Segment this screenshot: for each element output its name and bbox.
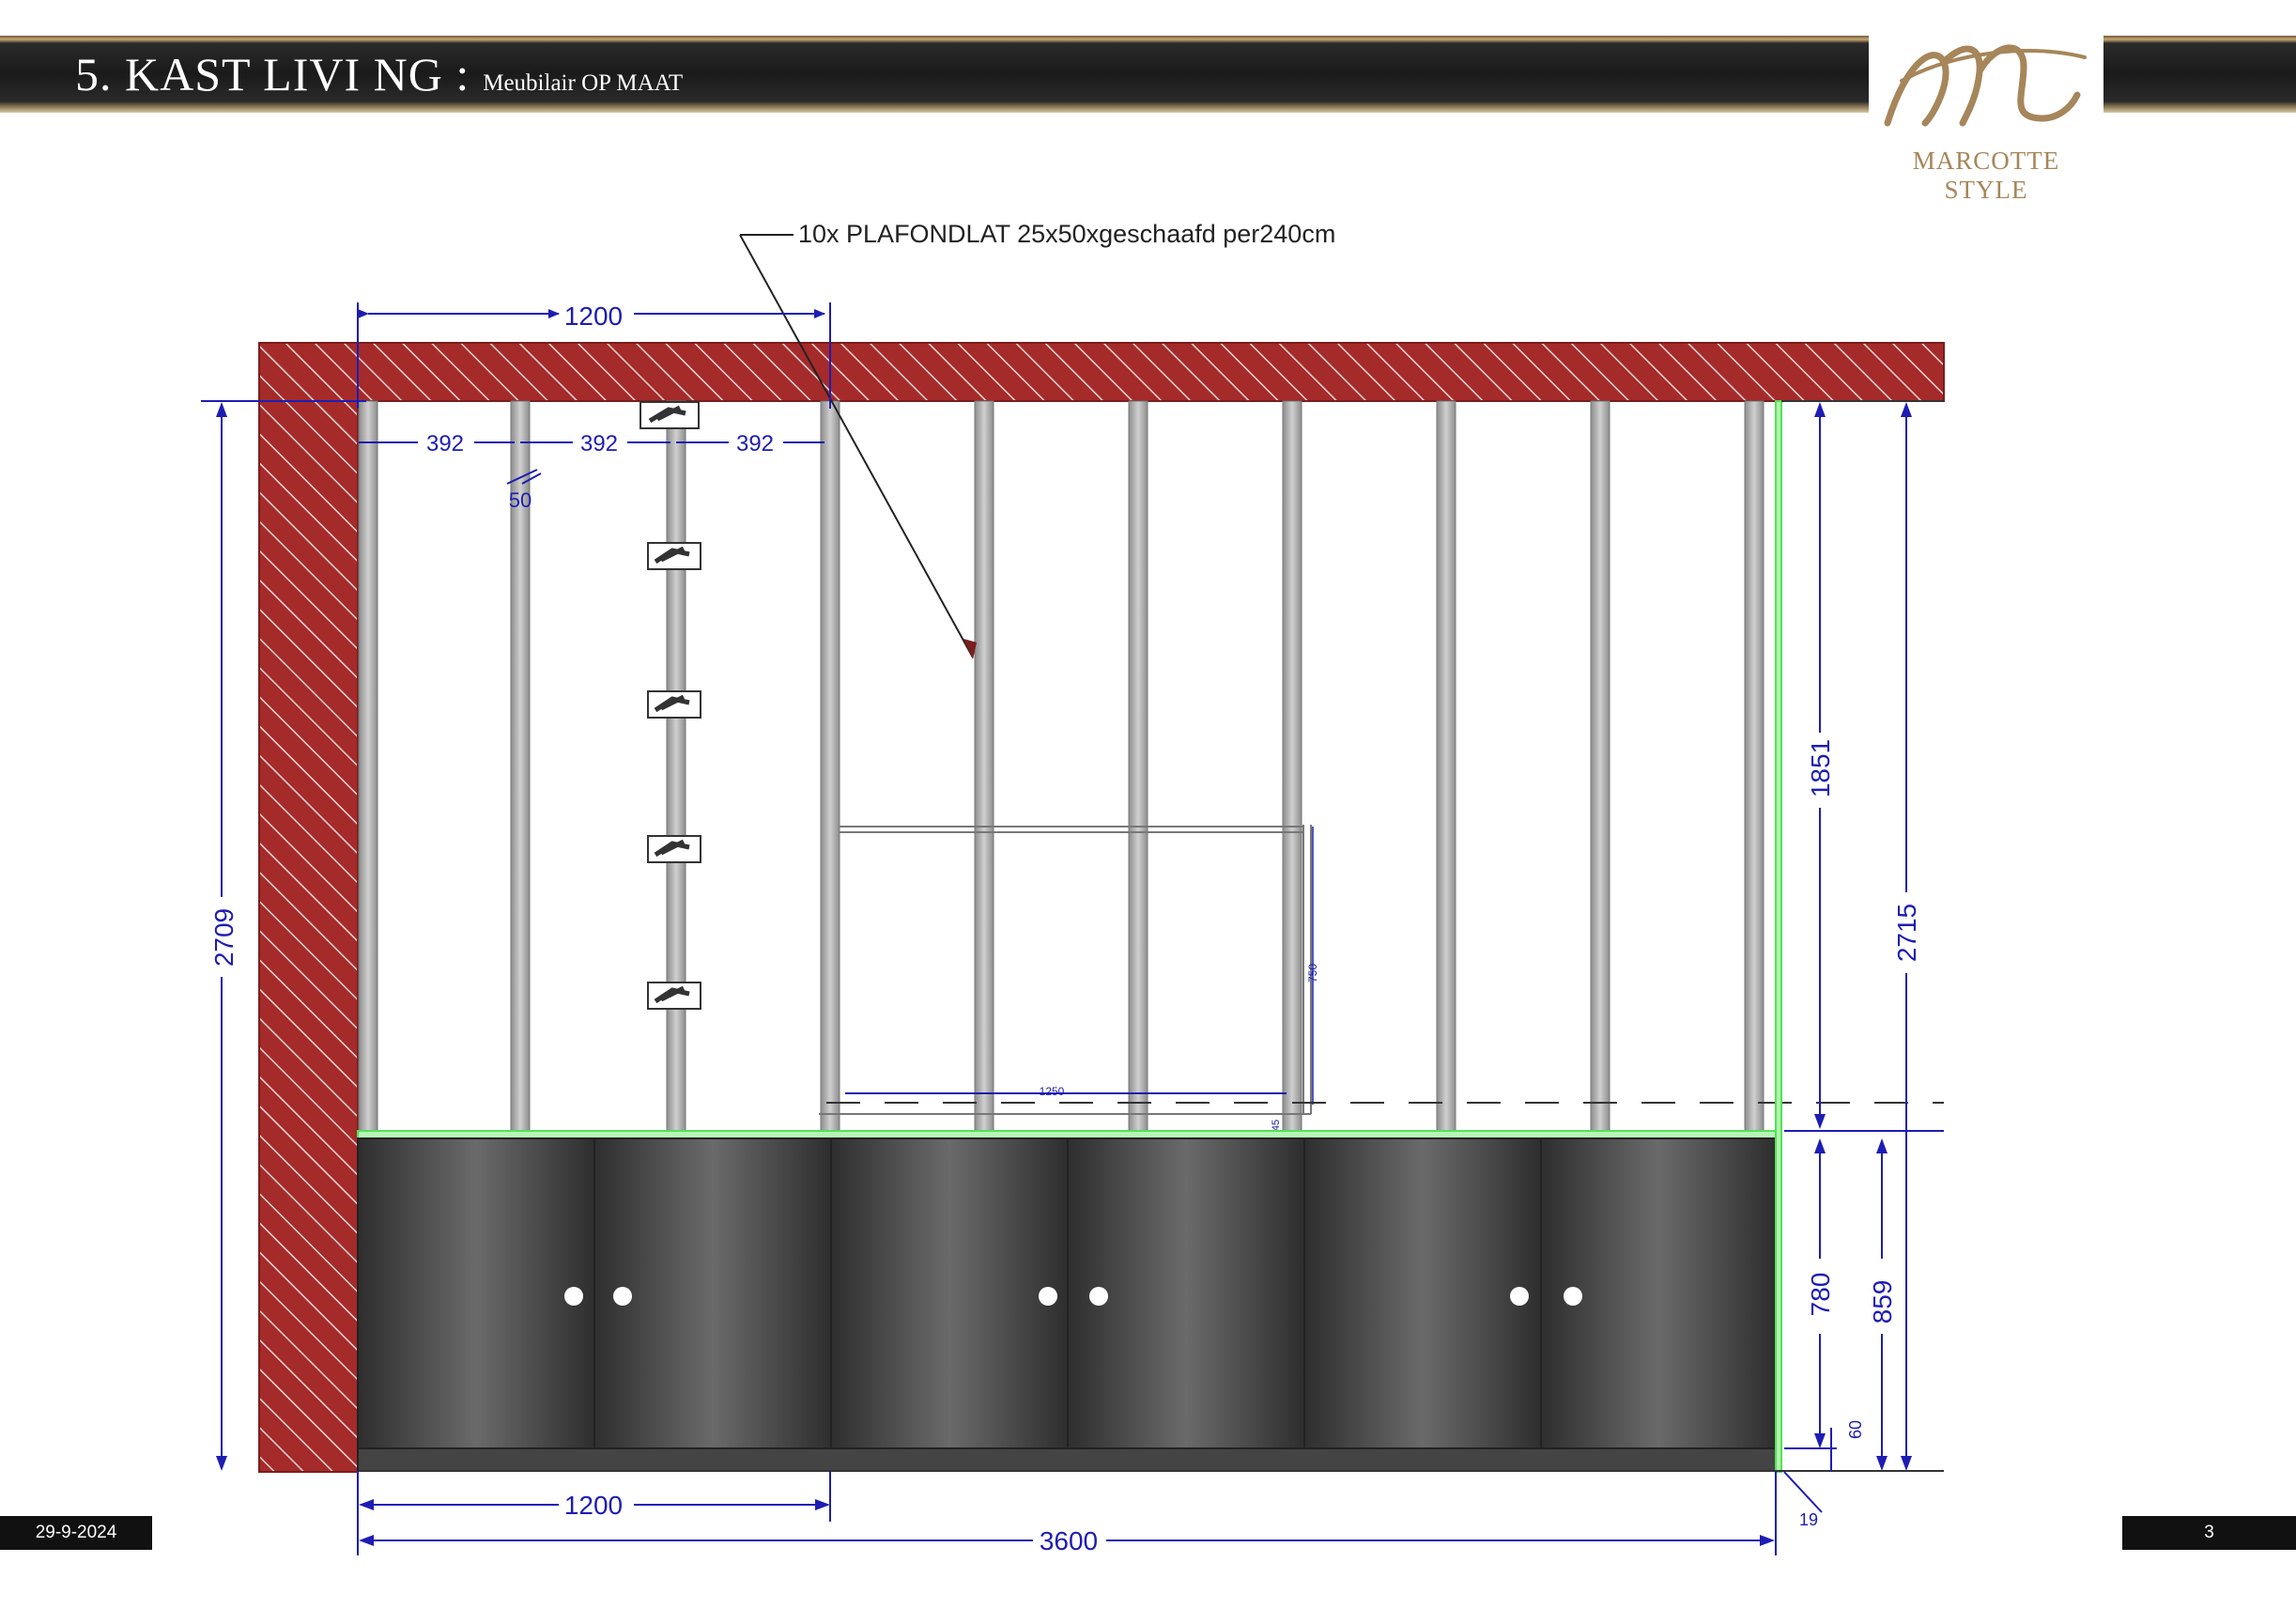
dim-top-1200: 1200 [564,302,623,331]
dim-total-3600: 3600 [1040,1526,1098,1555]
dim-side-19: 19 [1799,1510,1818,1529]
anchor-icon [647,982,701,1010]
door-knob [613,1287,632,1306]
left-wall [258,400,359,1473]
dim-750: 750 [1306,964,1319,982]
dim-left-height: 2709 [209,908,239,967]
cabinet-door [1303,1137,1542,1449]
anchor-icon [647,835,701,863]
lath [1282,400,1302,1135]
cabinet-door [357,1137,595,1449]
door-knob [1564,1287,1582,1306]
anchor-icon [639,401,700,429]
dim-right-total: 2715 [1892,904,1921,962]
cabinet-top [357,1130,1780,1139]
dim-45: 45 [1271,1120,1282,1131]
dim-right-upper: 1851 [1806,739,1835,797]
cabinet-plinth [357,1447,1777,1472]
dim-spacing-3: 392 [736,431,774,456]
cabinet-door [830,1137,1069,1449]
anchor-icon [647,542,701,570]
dim-spacing-1: 392 [426,431,464,456]
callout-text: 10x PLAFONDLAT 25x50xgeschaafd per240cm [798,220,1335,248]
dim-cabinet-780: 780 [1806,1273,1835,1317]
lath [358,400,378,1135]
lath [666,400,686,1135]
lath [1128,400,1148,1135]
lath [1436,400,1456,1135]
low-cabinet [357,400,1782,1473]
dim-spacing-2: 392 [580,431,618,456]
ceiling-wall [258,342,1945,402]
dim-bottom-1200: 1200 [564,1491,623,1520]
dim-lat-width: 50 [509,488,532,512]
door-knob [564,1287,583,1306]
ceiling-laths [358,400,1764,1135]
door-knob [1089,1287,1108,1306]
dim-cabinet-859: 859 [1868,1280,1897,1324]
door-knob [1039,1287,1057,1306]
cabinet-side-panel [1775,400,1782,1473]
lath [820,400,840,1135]
date-badge: 29-9-2024 [0,1516,152,1550]
door-knob [1510,1287,1529,1306]
small-dims: 1250 750 45 [845,827,1319,1131]
anchor-icon [647,690,701,719]
tv-niche-outline [819,825,1312,1115]
page-number: 3 [2122,1516,2296,1550]
lath [1590,400,1610,1135]
dim-1250: 1250 [1040,1085,1065,1098]
lath [974,400,994,1135]
lath [1744,400,1764,1135]
dim-plinth-60: 60 [1846,1420,1865,1439]
technical-drawing: 1250 750 45 10x PLAFONDLAT 25x50xgeschaa… [201,220,1945,1555]
